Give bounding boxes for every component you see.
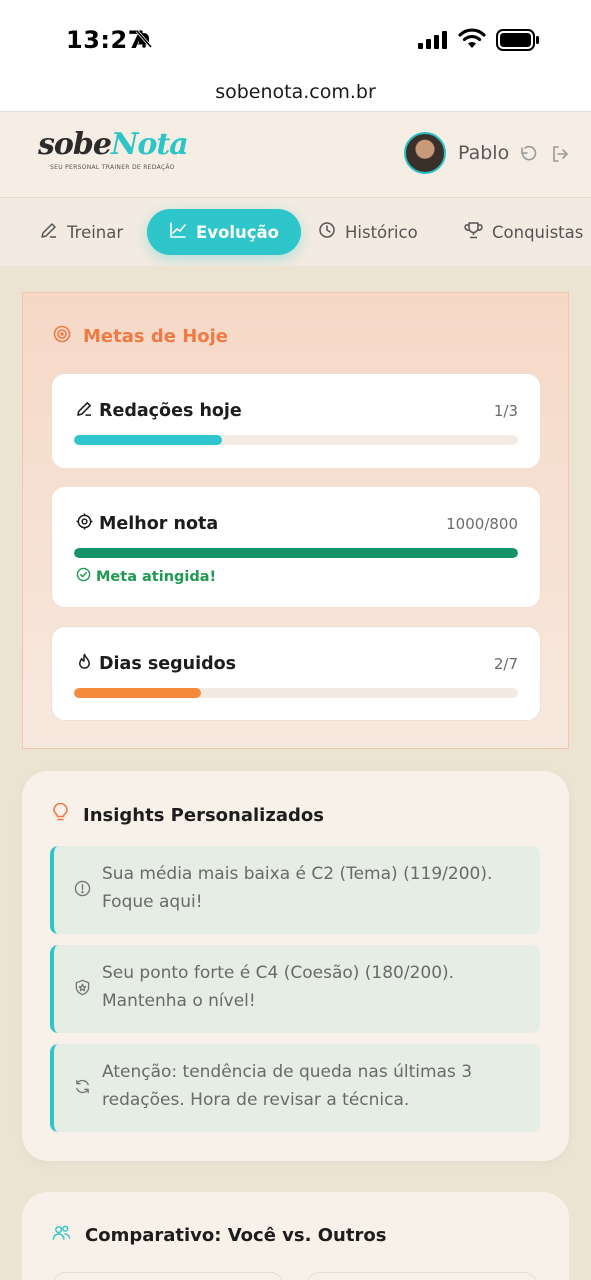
- goal-label-text: Redações hoje: [99, 401, 242, 421]
- goal-progress-track: [74, 435, 518, 445]
- flame-icon: [76, 653, 93, 675]
- comparativo-box-right: [306, 1272, 538, 1280]
- pencil-icon: [76, 400, 93, 422]
- refresh-icon: [74, 1078, 91, 1099]
- goal-melhor-nota: Melhor nota 1000/800 Meta atingida!: [51, 486, 541, 608]
- metas-title: Metas de Hoje: [53, 325, 228, 348]
- goal-label: Melhor nota: [76, 513, 218, 535]
- tab-label: Evolução: [196, 222, 280, 242]
- logo-tagline: SEU PERSONAL TRAINER DE REDAÇÃO: [50, 164, 175, 171]
- wifi-icon: [458, 28, 486, 54]
- metas-card: Metas de Hoje Redações hoje 1/3 Melhor n…: [22, 292, 569, 749]
- comparativo-title: Comparativo: Você vs. Outros: [52, 1224, 386, 1246]
- users-icon: [52, 1224, 71, 1246]
- logo-word-nota: Nota: [110, 127, 189, 162]
- insight-item: Atenção: tendência de queda nas últimas …: [50, 1044, 540, 1132]
- comparativo-card: Comparativo: Você vs. Outros: [22, 1192, 569, 1280]
- logo-word-sobe: sobe: [38, 127, 112, 162]
- lightbulb-icon: [52, 802, 69, 828]
- battery-icon: [496, 29, 540, 55]
- goal-label: Redações hoje: [76, 400, 242, 422]
- tab-treinar[interactable]: Treinar: [40, 209, 123, 255]
- goal-dias-seguidos: Dias seguidos 2/7: [51, 626, 541, 721]
- insight-text: Atenção: tendência de queda nas últimas …: [102, 1062, 473, 1110]
- insights-title-text: Insights Personalizados: [83, 805, 324, 826]
- insight-text: Sua média mais baixa é C2 (Tema) (119/20…: [102, 864, 493, 912]
- browser-url-bar[interactable]: sobenota.com.br: [0, 78, 591, 112]
- goal-redacoes: Redações hoje 1/3: [51, 373, 541, 469]
- bell-muted-icon: [134, 29, 154, 53]
- tab-label: Conquistas: [492, 222, 584, 242]
- goal-value: 2/7: [493, 655, 518, 673]
- goal-progress-fill: [74, 688, 201, 698]
- goal-progress-track: [74, 548, 518, 558]
- goal-label: Dias seguidos: [76, 653, 236, 675]
- insight-item: Seu ponto forte é C4 (Coesão) (180/200).…: [50, 945, 540, 1033]
- goal-progress-fill: [74, 435, 222, 445]
- crosshair-icon: [76, 513, 93, 535]
- goal-progress-fill: [74, 548, 518, 558]
- status-bar: 13:27: [0, 0, 591, 78]
- insight-item: Sua média mais baixa é C2 (Tema) (119/20…: [50, 846, 540, 934]
- pencil-icon: [40, 221, 58, 243]
- logout-icon[interactable]: [550, 144, 570, 168]
- tab-bar: Treinar Evolução Histórico Conquistas: [0, 198, 591, 266]
- insights-card: Insights Personalizados Sua média mais b…: [22, 771, 569, 1161]
- check-circle-icon: [76, 567, 91, 586]
- username: Pablo: [458, 142, 510, 164]
- trend-icon: [169, 221, 187, 243]
- avatar[interactable]: [404, 132, 446, 174]
- insights-title: Insights Personalizados: [52, 802, 324, 828]
- goal-value: 1/3: [493, 402, 518, 420]
- trophy-icon: [464, 221, 483, 243]
- tab-label: Histórico: [345, 222, 418, 242]
- cellular-signal-icon: [418, 31, 450, 53]
- tab-historico[interactable]: Histórico: [318, 209, 418, 255]
- shield-star-icon: [74, 979, 91, 1000]
- metas-title-text: Metas de Hoje: [83, 326, 229, 347]
- sobenota-logo[interactable]: sobeNota SEU PERSONAL TRAINER DE REDAÇÃO: [38, 127, 189, 178]
- app-header: sobeNota SEU PERSONAL TRAINER DE REDAÇÃO…: [0, 112, 591, 198]
- comparativo-title-text: Comparativo: Você vs. Outros: [85, 1224, 387, 1246]
- goal-progress-track: [74, 688, 518, 698]
- goal-status: Meta atingida!: [76, 567, 216, 586]
- undo-icon[interactable]: [518, 144, 538, 168]
- goal-label-text: Melhor nota: [99, 514, 219, 534]
- tab-evolucao[interactable]: Evolução: [147, 209, 302, 255]
- goal-status-text: Meta atingida!: [96, 568, 217, 585]
- clock-icon: [318, 221, 336, 243]
- tab-conquistas[interactable]: Conquistas: [464, 209, 583, 255]
- goal-value: 1000/800: [446, 515, 518, 533]
- comparativo-box-left: [52, 1272, 284, 1280]
- target-icon: [53, 325, 71, 348]
- url-text: sobenota.com.br: [215, 81, 376, 103]
- alert-circle-icon: [74, 880, 91, 901]
- goal-label-text: Dias seguidos: [99, 654, 237, 674]
- tab-label: Treinar: [67, 222, 124, 242]
- insight-text: Seu ponto forte é C4 (Coesão) (180/200).…: [102, 963, 455, 1011]
